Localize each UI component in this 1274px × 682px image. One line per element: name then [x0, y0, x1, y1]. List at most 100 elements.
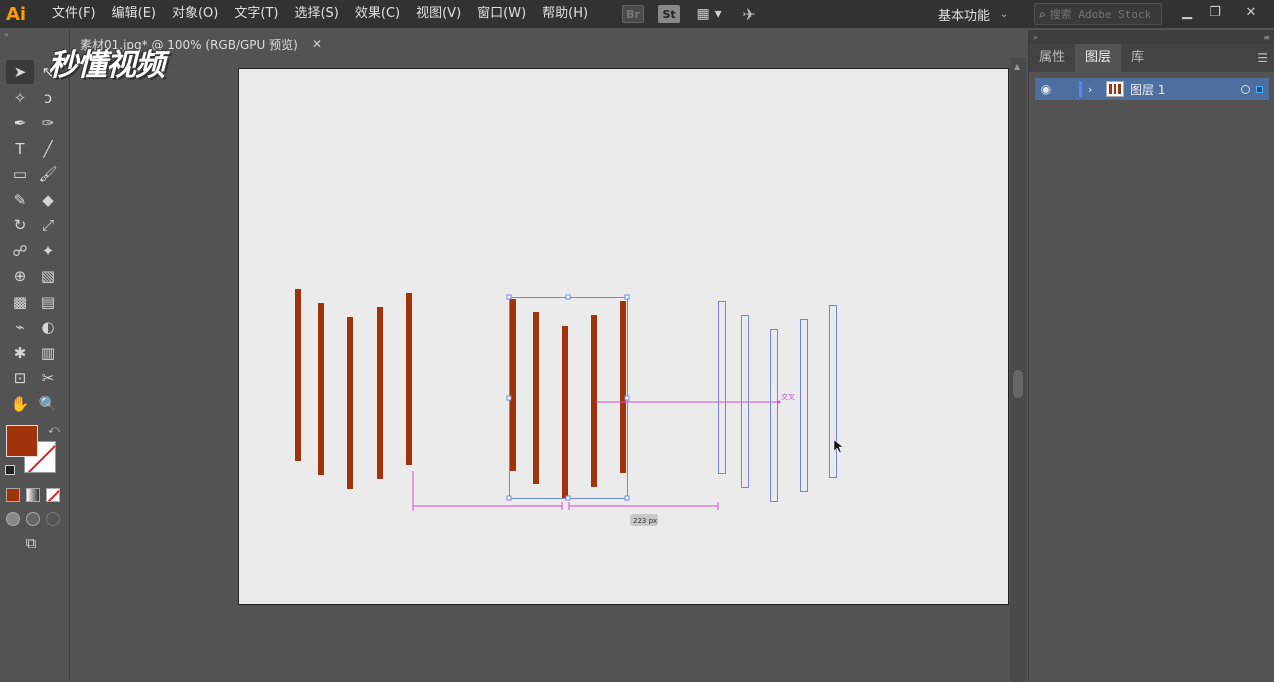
- lasso-tool-icon[interactable]: ↄ: [34, 86, 62, 110]
- scroll-up-icon[interactable]: ▲: [1014, 62, 1020, 71]
- type-tool-icon[interactable]: T: [6, 137, 34, 161]
- bar-5[interactable]: [406, 293, 412, 465]
- arrange-documents-icon[interactable]: ▦ ▾: [694, 5, 724, 23]
- gpu-performance-icon[interactable]: ✈: [738, 5, 760, 24]
- layer-row[interactable]: ◉ › 图层 1: [1035, 78, 1269, 100]
- handle-tl[interactable]: [506, 294, 512, 300]
- close-window-button[interactable]: ✕: [1238, 0, 1264, 24]
- puppet-warp-tool-icon[interactable]: ✦: [34, 239, 62, 263]
- outline-bar-3: [770, 329, 778, 502]
- canvas-area[interactable]: 交叉 223 px: [72, 58, 1012, 682]
- rotate-tool-icon[interactable]: ↻: [6, 213, 34, 237]
- screen-mode-icon[interactable]: ⧉: [6, 531, 56, 555]
- none-mode-icon[interactable]: [46, 488, 60, 502]
- paintbrush-tool-icon[interactable]: 🖌: [34, 162, 62, 186]
- chevron-down-icon: ⌄: [1000, 8, 1009, 20]
- swap-colors-icon[interactable]: ⤺: [48, 423, 60, 437]
- main-menu: 文件(F) 编辑(E) 对象(O) 文字(T) 选择(S) 效果(C) 视图(V…: [44, 0, 596, 28]
- collapse-panel-icon[interactable]: »: [1033, 33, 1038, 42]
- menu-window[interactable]: 窗口(W): [469, 0, 534, 28]
- bridge-button[interactable]: Br: [622, 5, 645, 23]
- default-colors-icon[interactable]: [5, 465, 15, 475]
- mesh-tool-icon[interactable]: ▩: [6, 290, 34, 314]
- magic-wand-tool-icon[interactable]: ✧: [6, 86, 34, 110]
- graph-tool-icon[interactable]: ▥: [34, 341, 62, 365]
- menu-type[interactable]: 文字(T): [226, 0, 286, 28]
- handle-tr[interactable]: [624, 294, 630, 300]
- draw-behind-icon[interactable]: [26, 512, 40, 526]
- gradient-mode-icon[interactable]: [26, 488, 40, 502]
- menu-help[interactable]: 帮助(H): [534, 0, 596, 28]
- minimize-button[interactable]: ▁: [1174, 0, 1200, 24]
- eye-icon[interactable]: ◉: [1035, 82, 1057, 96]
- menu-edit[interactable]: 编辑(E): [104, 0, 164, 28]
- target-icon[interactable]: [1241, 84, 1250, 94]
- handle-ml[interactable]: [506, 395, 512, 401]
- search-icon: ⌕: [1039, 6, 1046, 21]
- perspective-grid-tool-icon[interactable]: ▧: [34, 264, 62, 288]
- selection-indicator-icon[interactable]: [1256, 85, 1263, 93]
- color-mode-icon[interactable]: [6, 488, 20, 502]
- hand-tool-icon[interactable]: ✋: [6, 392, 34, 416]
- panel-tabs: 属性 图层 库 ☰: [1029, 44, 1274, 72]
- rectangle-tool-icon[interactable]: ▭: [6, 162, 34, 186]
- layer-thumbnail: [1106, 81, 1124, 97]
- bar-2[interactable]: [318, 303, 324, 475]
- shaper-tool-icon[interactable]: ✎: [6, 188, 34, 212]
- scale-tool-icon[interactable]: ⤢: [34, 213, 62, 237]
- draw-normal-icon[interactable]: [6, 512, 20, 526]
- layer-name[interactable]: 图层 1: [1130, 81, 1165, 98]
- bar-3[interactable]: [347, 317, 353, 489]
- eyedropper-tool-icon[interactable]: ⌁: [6, 315, 34, 339]
- selection-bounding-box[interactable]: [509, 297, 628, 499]
- panel-menu-icon[interactable]: ☰: [1257, 51, 1268, 65]
- artboard-tool-icon[interactable]: ⊡: [6, 366, 34, 390]
- menu-view[interactable]: 视图(V): [408, 0, 469, 28]
- eraser-tool-icon[interactable]: ◆: [34, 188, 62, 212]
- bar-4[interactable]: [377, 307, 383, 479]
- stock-search[interactable]: ⌕: [1034, 3, 1162, 25]
- stock-button[interactable]: St: [658, 5, 681, 23]
- slice-tool-icon[interactable]: ✂: [34, 366, 62, 390]
- search-input[interactable]: [1049, 7, 1150, 21]
- zoom-tool-icon[interactable]: 🔍: [34, 392, 62, 416]
- workspace-switcher[interactable]: 基本功能 ⌄: [938, 0, 1008, 28]
- tab-layers[interactable]: 图层: [1075, 44, 1122, 72]
- bar-7[interactable]: [533, 312, 539, 484]
- gradient-tool-icon[interactable]: ▤: [34, 290, 62, 314]
- artboard[interactable]: 交叉 223 px: [238, 68, 1009, 605]
- scroll-thumb[interactable]: [1013, 370, 1023, 398]
- artwork[interactable]: 交叉 223 px: [239, 69, 1010, 606]
- menu-effect[interactable]: 效果(C): [347, 0, 408, 28]
- draw-inside-icon[interactable]: [46, 512, 60, 526]
- line-tool-icon[interactable]: ╱: [34, 137, 62, 161]
- symbol-sprayer-tool-icon[interactable]: ✱: [6, 341, 34, 365]
- menu-select[interactable]: 选择(S): [286, 0, 346, 28]
- chevron-right-icon[interactable]: ›: [1088, 83, 1100, 96]
- vertical-scrollbar[interactable]: ▲: [1010, 58, 1026, 682]
- selection-tool-icon[interactable]: ➤: [6, 60, 34, 84]
- handle-br[interactable]: [624, 495, 630, 501]
- curvature-tool-icon[interactable]: ✑: [34, 111, 62, 135]
- blend-tool-icon[interactable]: ◐: [34, 315, 62, 339]
- tab-libraries[interactable]: 库: [1121, 44, 1154, 72]
- menu-file[interactable]: 文件(F): [44, 0, 104, 28]
- tab-properties[interactable]: 属性: [1029, 44, 1075, 72]
- shape-builder-tool-icon[interactable]: ⊕: [6, 264, 34, 288]
- pen-tool-icon[interactable]: ✒: [6, 111, 34, 135]
- handle-bl[interactable]: [506, 495, 512, 501]
- handle-tc[interactable]: [565, 294, 571, 300]
- handle-bc[interactable]: [565, 495, 571, 501]
- fill-swatch[interactable]: [6, 425, 38, 457]
- menu-object[interactable]: 对象(O): [164, 0, 226, 28]
- bar-9[interactable]: [591, 315, 597, 487]
- bar-1[interactable]: [295, 289, 301, 461]
- restore-button[interactable]: ❐: [1202, 0, 1228, 24]
- bar-10[interactable]: [620, 301, 626, 473]
- panel-grip-icon: ≡: [1263, 32, 1270, 42]
- bar-8[interactable]: [562, 326, 568, 498]
- handle-mr[interactable]: [624, 395, 630, 401]
- bar-6[interactable]: [510, 299, 516, 471]
- close-icon[interactable]: ✕: [312, 37, 322, 51]
- warp-tool-icon[interactable]: ☍: [6, 239, 34, 263]
